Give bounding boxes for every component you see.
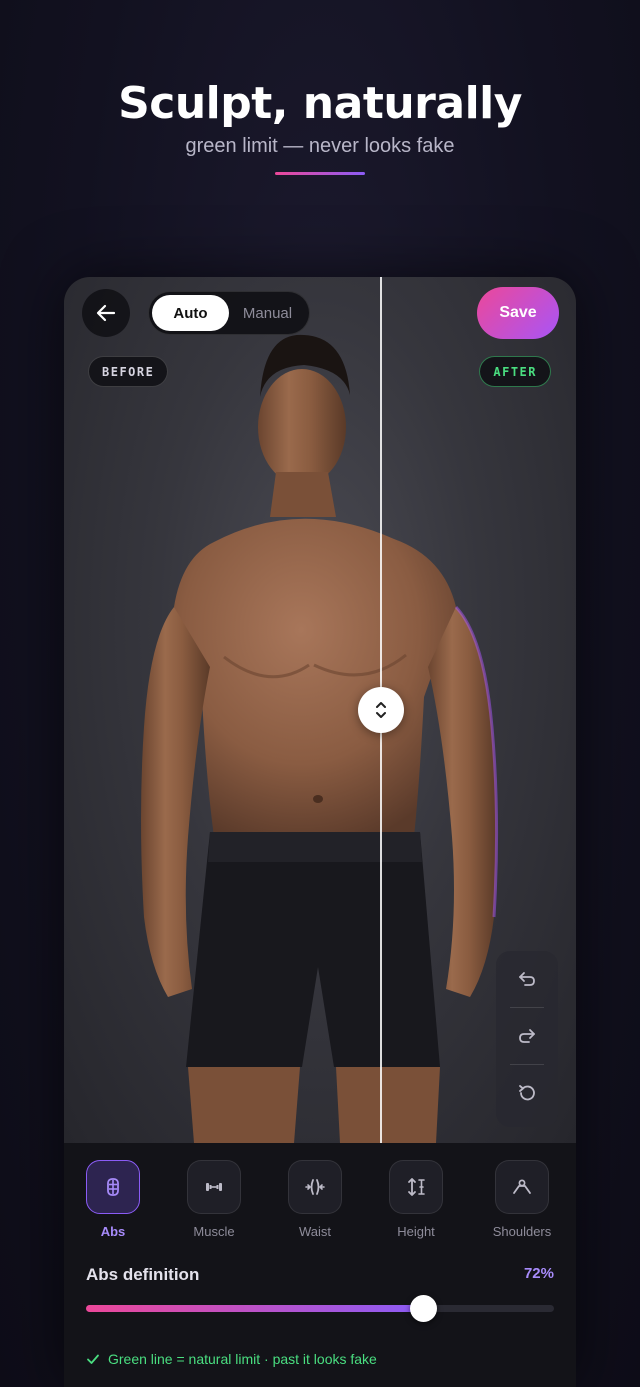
abs-icon [107, 1178, 119, 1196]
waist-icon [305, 1179, 325, 1195]
dumbbell-icon [206, 1183, 222, 1191]
tool-waist[interactable]: Waist [275, 1160, 355, 1239]
tool-icon-box [495, 1160, 549, 1214]
shoulders-icon [513, 1179, 531, 1194]
reset-button[interactable] [496, 1065, 558, 1121]
redo-icon [519, 1029, 535, 1043]
undo-icon [519, 972, 535, 986]
tool-label: Height [397, 1224, 435, 1239]
tool-icon-box [389, 1160, 443, 1214]
adjust-panel: Abs Muscle Waist Height Shoulders Abs de… [64, 1143, 576, 1387]
mode-auto[interactable]: Auto [152, 295, 229, 331]
tool-label: Muscle [193, 1224, 235, 1239]
hero-header: Sculpt, naturally green limit — never lo… [0, 78, 640, 175]
editor-screen: Auto Manual Save BEFORE AFTER Abs Muscle… [64, 277, 576, 1387]
check-icon [87, 1354, 99, 1364]
natural-limit-hint: Green line = natural limit · past it loo… [86, 1351, 377, 1367]
slider-title: Abs definition [86, 1265, 200, 1284]
height-icon [408, 1178, 425, 1196]
history-controls [496, 951, 558, 1127]
before-after-photo[interactable]: Auto Manual Save BEFORE AFTER [64, 277, 576, 1143]
slider-value: 72% [523, 1265, 554, 1282]
tool-icon-box [187, 1160, 241, 1214]
redo-button[interactable] [496, 1008, 558, 1064]
slider-fill [86, 1305, 423, 1312]
after-label: AFTER [479, 356, 551, 387]
chevron-up-down-icon [376, 702, 386, 718]
reset-icon [519, 1085, 535, 1101]
arrow-left-icon [96, 304, 116, 322]
tool-shoulders[interactable]: Shoulders [482, 1160, 562, 1239]
tool-icon-box [288, 1160, 342, 1214]
tool-label: Abs [100, 1224, 126, 1239]
save-button[interactable]: Save [477, 287, 559, 339]
hero-subtitle: green limit — never looks fake [185, 135, 455, 157]
hero-title: Sculpt, naturally [118, 78, 522, 129]
mode-toggle[interactable]: Auto Manual [148, 291, 310, 335]
tool-label: Waist [298, 1224, 332, 1239]
slider-thumb[interactable] [409, 1295, 437, 1322]
tool-height[interactable]: Height [376, 1160, 456, 1239]
hint-text: Green line = natural limit · past it loo… [108, 1351, 377, 1367]
undo-button[interactable] [496, 951, 558, 1007]
before-label: BEFORE [88, 356, 169, 387]
tool-muscle[interactable]: Muscle [174, 1160, 254, 1239]
back-button[interactable] [82, 289, 130, 337]
abs-slider[interactable] [86, 1295, 554, 1322]
tool-label: Shoulders [492, 1224, 552, 1239]
tool-bar: Abs Muscle Waist Height Shoulders [64, 1160, 576, 1250]
tool-abs[interactable]: Abs [73, 1160, 153, 1239]
compare-handle[interactable] [358, 687, 404, 733]
hero-underline [275, 172, 365, 175]
tool-icon-box [86, 1160, 140, 1214]
mode-manual[interactable]: Manual [229, 295, 306, 331]
